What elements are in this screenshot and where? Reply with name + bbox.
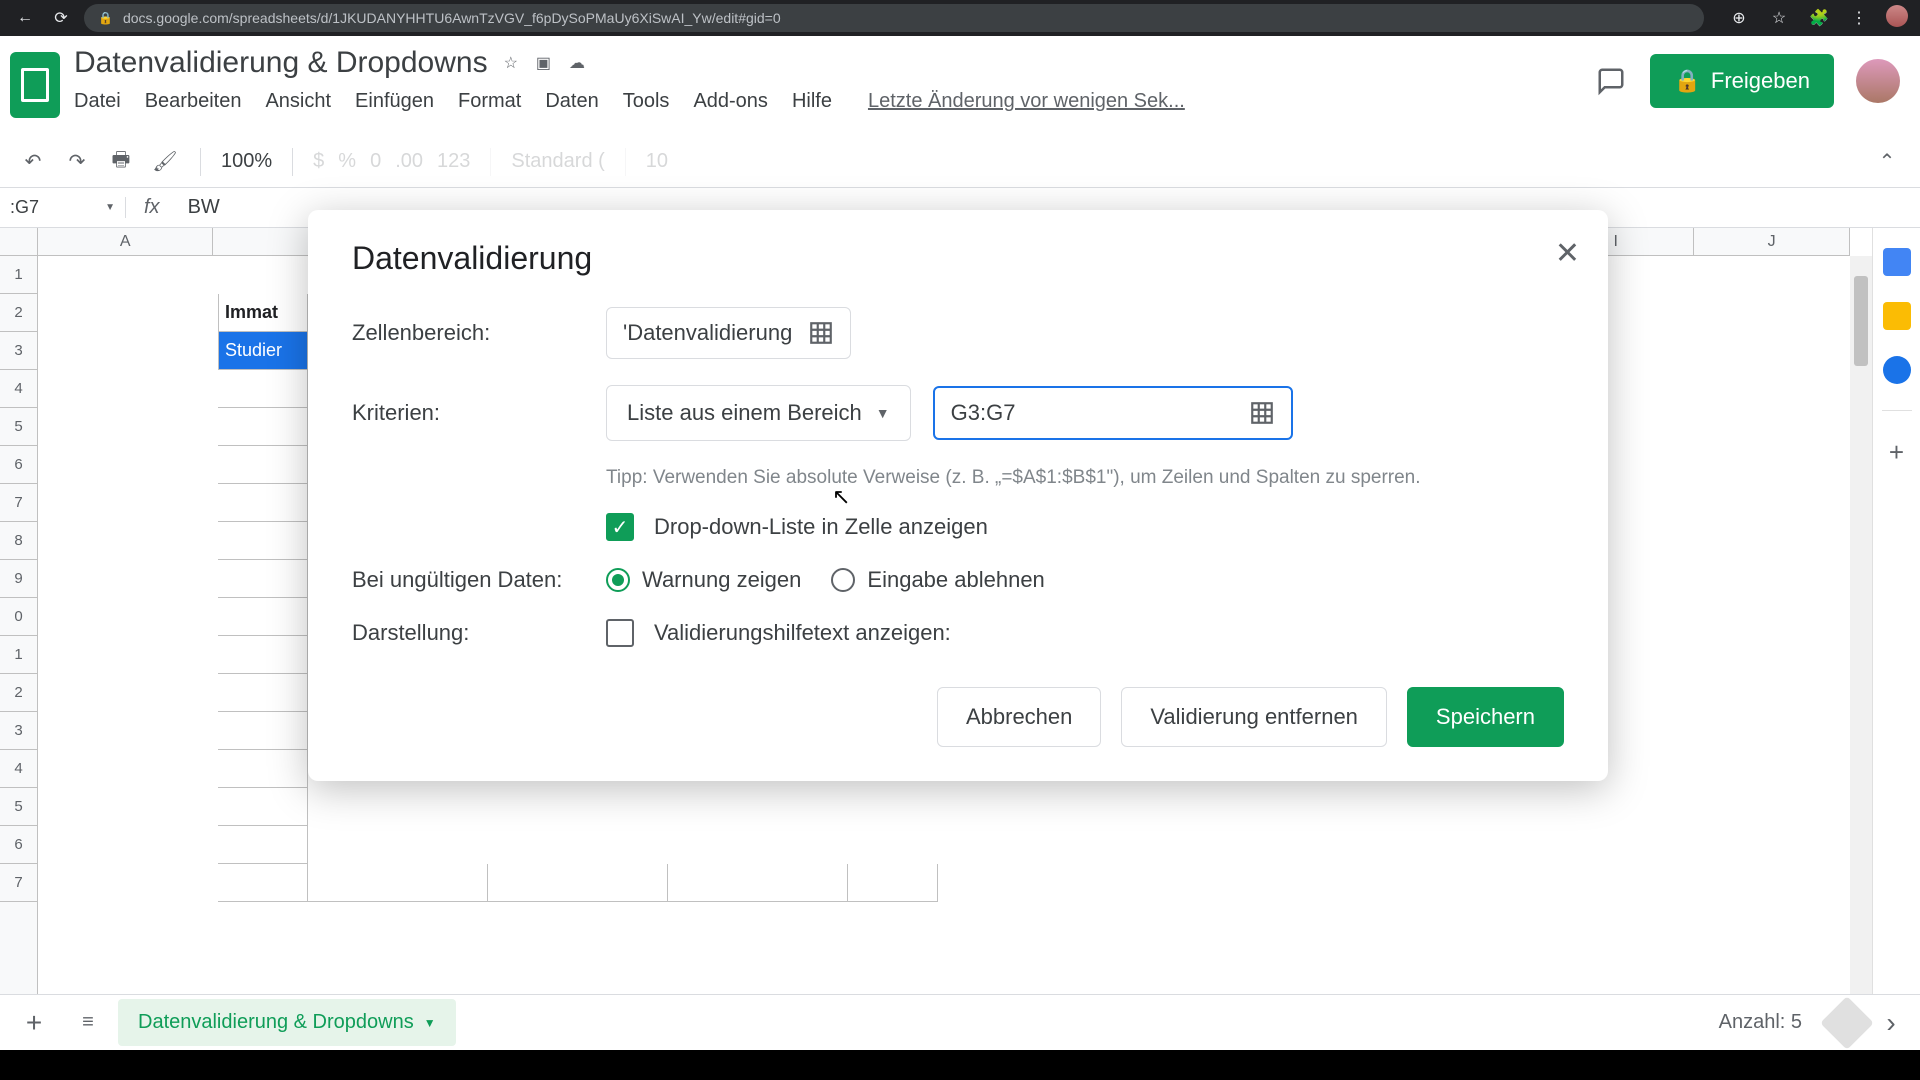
radio-warn[interactable]: Warnung zeigen xyxy=(606,567,801,593)
cell-range-input[interactable]: 'Datenvalidierung xyxy=(606,307,851,359)
remove-validation-button[interactable]: Validierung entfernen xyxy=(1121,687,1387,747)
save-button[interactable]: Speichern xyxy=(1407,687,1564,747)
radio-icon xyxy=(606,568,630,592)
chevron-down-icon: ▼ xyxy=(876,405,890,421)
show-dropdown-checkbox[interactable]: ✓ xyxy=(606,513,634,541)
data-validation-dialog: Datenvalidierung ✕ Zellenbereich: 'Daten… xyxy=(308,210,1608,781)
criteria-range-input[interactable]: G3:G7 xyxy=(933,386,1293,440)
dialog-backdrop: Datenvalidierung ✕ Zellenbereich: 'Daten… xyxy=(0,0,1920,1080)
criteria-select[interactable]: Liste aus einem Bereich ▼ xyxy=(606,385,911,441)
invalid-data-label: Bei ungültigen Daten: xyxy=(352,567,606,593)
show-dropdown-label: Drop-down-Liste in Zelle anzeigen xyxy=(654,514,988,540)
close-dialog-button[interactable]: ✕ xyxy=(1555,236,1580,271)
helptext-checkbox[interactable] xyxy=(606,619,634,647)
select-range-icon[interactable] xyxy=(808,320,834,346)
select-range-icon[interactable] xyxy=(1249,400,1275,426)
range-label: Zellenbereich: xyxy=(352,320,606,346)
radio-icon xyxy=(831,568,855,592)
cancel-button[interactable]: Abbrechen xyxy=(937,687,1101,747)
appearance-label: Darstellung: xyxy=(352,620,606,646)
criteria-label: Kriterien: xyxy=(352,400,606,426)
range-value: 'Datenvalidierung xyxy=(623,320,792,346)
helptext-label: Validierungshilfetext anzeigen: xyxy=(654,620,951,646)
criteria-select-value: Liste aus einem Bereich xyxy=(627,400,862,426)
dialog-title: Datenvalidierung xyxy=(352,240,1564,277)
criteria-tip: Tipp: Verwenden Sie absolute Verweise (z… xyxy=(606,467,1564,489)
radio-reject[interactable]: Eingabe ablehnen xyxy=(831,567,1044,593)
criteria-range-value: G3:G7 xyxy=(951,400,1016,426)
